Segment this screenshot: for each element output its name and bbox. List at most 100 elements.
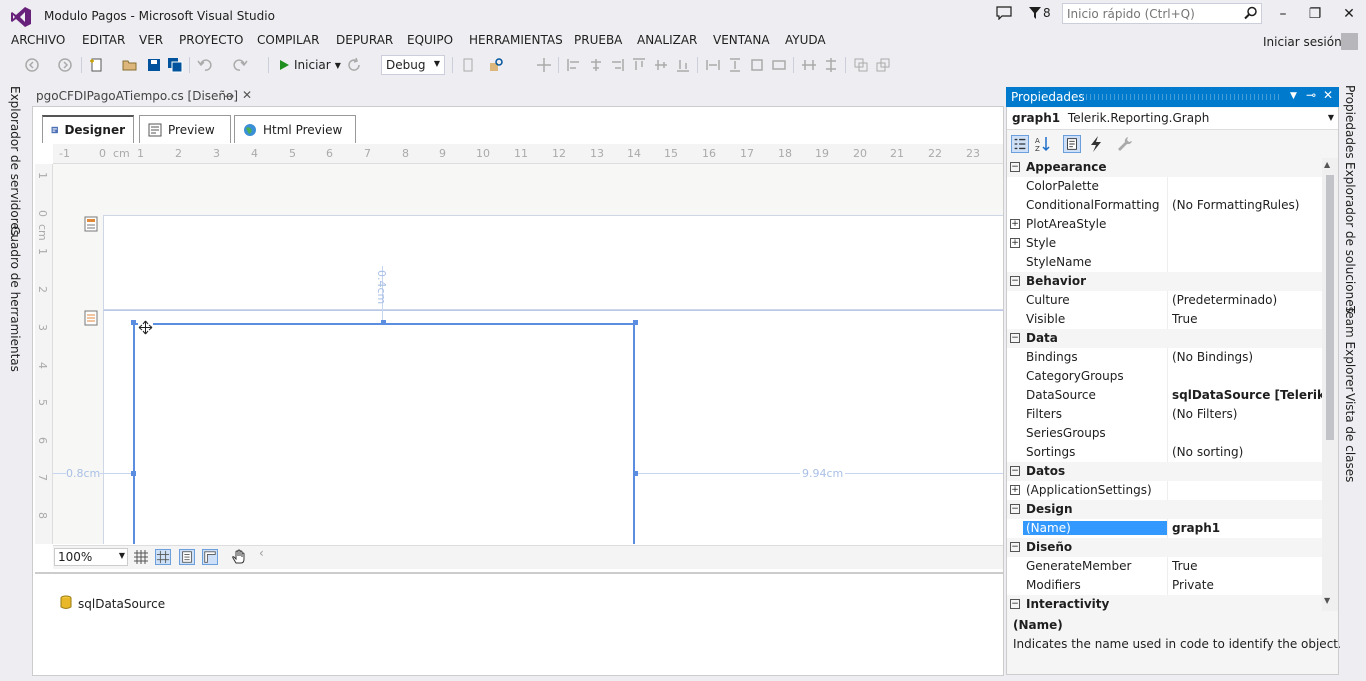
- expand-icon[interactable]: +: [1010, 238, 1020, 248]
- property-value[interactable]: Private: [1172, 578, 1322, 592]
- menu-editar[interactable]: EDITAR: [82, 33, 125, 47]
- show-rulers-icon[interactable]: [202, 549, 218, 565]
- property-value[interactable]: True: [1172, 559, 1322, 573]
- menu-analizar[interactable]: ANALIZAR: [637, 33, 697, 47]
- collapse-icon[interactable]: −: [1010, 162, 1020, 172]
- expand-icon[interactable]: +: [1010, 485, 1020, 495]
- property-row[interactable]: CategoryGroups: [1007, 367, 1322, 386]
- filter-icon[interactable]: [1029, 7, 1041, 19]
- menu-equipo[interactable]: EQUIPO: [407, 33, 453, 47]
- property-row[interactable]: StyleName: [1007, 253, 1322, 272]
- move-handle-icon[interactable]: [138, 320, 153, 335]
- make-same-size-icon[interactable]: [749, 57, 765, 73]
- close-panel-icon[interactable]: ✕: [1323, 88, 1333, 102]
- property-value[interactable]: sqlDataSource [Telerik.Rep: [1172, 388, 1322, 402]
- align-tops-icon[interactable]: [631, 57, 647, 73]
- property-row[interactable]: Filters (No Filters): [1007, 405, 1322, 424]
- property-category-row[interactable]: − Design: [1007, 500, 1322, 519]
- menu-prueba[interactable]: PRUEBA: [574, 33, 622, 47]
- menu-herramientas[interactable]: HERRAMIENTAS: [469, 33, 563, 47]
- scroll-down-icon[interactable]: ▼: [1324, 596, 1330, 605]
- minimize-button[interactable]: –: [1268, 4, 1298, 24]
- property-pages-wrench-icon[interactable]: [1116, 135, 1134, 153]
- refresh-icon[interactable]: [346, 57, 362, 73]
- resize-handle[interactable]: [633, 471, 638, 476]
- server-explorer-tab[interactable]: Explorador de servidores: [8, 86, 22, 236]
- bring-to-front-icon[interactable]: [853, 57, 869, 73]
- panel-menu-icon[interactable]: ▼: [1290, 91, 1297, 101]
- collapse-icon[interactable]: −: [1010, 599, 1020, 609]
- close-window-button[interactable]: ✕: [1334, 4, 1364, 24]
- property-row[interactable]: + Style: [1007, 234, 1322, 253]
- solution-explorer-tab[interactable]: Explorador de soluciones: [1343, 162, 1357, 313]
- collapse-icon[interactable]: −: [1010, 504, 1020, 514]
- events-lightning-icon[interactable]: [1087, 135, 1105, 153]
- page-header-section[interactable]: [103, 215, 1003, 310]
- collapse-icon[interactable]: −: [1010, 542, 1020, 552]
- property-category-row[interactable]: − Behavior: [1007, 272, 1322, 291]
- tab-preview[interactable]: Preview: [139, 115, 231, 143]
- property-row[interactable]: SeriesGroups: [1007, 424, 1322, 443]
- property-row[interactable]: Visible True: [1007, 310, 1322, 329]
- horizontal-spacing-icon[interactable]: [801, 57, 817, 73]
- menu-proyecto[interactable]: PROYECTO: [179, 33, 243, 47]
- pin-icon[interactable]: ⊸: [1306, 88, 1316, 102]
- page-header-section-icon[interactable]: [84, 216, 98, 232]
- sqldatasource-component[interactable]: sqlDataSource: [78, 597, 165, 611]
- menu-ventana[interactable]: VENTANA: [713, 33, 770, 47]
- property-category-row[interactable]: − Appearance: [1007, 158, 1322, 177]
- menu-depurar[interactable]: DEPURAR: [336, 33, 393, 47]
- user-avatar-icon[interactable]: [1341, 33, 1358, 50]
- redo-icon[interactable]: [232, 57, 248, 73]
- search-icon[interactable]: [1244, 6, 1258, 20]
- notification-icon[interactable]: [996, 6, 1012, 20]
- zoom-select[interactable]: 100% ▼: [54, 548, 128, 566]
- resize-handle[interactable]: [131, 471, 136, 476]
- team-explorer-tab[interactable]: Team Explorer: [1343, 306, 1357, 392]
- save-all-icon[interactable]: [167, 57, 183, 73]
- property-value[interactable]: (No sorting): [1172, 445, 1322, 459]
- scroll-left-icon[interactable]: ‹: [259, 546, 264, 560]
- tab-html-preview[interactable]: Html Preview: [234, 115, 356, 143]
- navigate-back-icon[interactable]: [24, 57, 40, 73]
- solution-configuration-select[interactable]: Debug ▼: [381, 55, 445, 75]
- align-centers-icon[interactable]: [588, 57, 604, 73]
- tab-designer[interactable]: Designer: [42, 115, 134, 143]
- find-in-files-icon[interactable]: [489, 57, 505, 73]
- scrollbar-thumb[interactable]: [1326, 175, 1334, 440]
- property-category-row[interactable]: − Interactivity: [1007, 595, 1322, 611]
- property-row[interactable]: Modifiers Private: [1007, 576, 1322, 595]
- start-debugging-button[interactable]: Iniciar ▼: [274, 55, 345, 75]
- property-row[interactable]: Culture (Predeterminado): [1007, 291, 1322, 310]
- collapse-icon[interactable]: −: [1010, 333, 1020, 343]
- align-rights-icon[interactable]: [609, 57, 625, 73]
- vertical-spacing-icon[interactable]: [823, 57, 839, 73]
- properties-view-icon[interactable]: [1063, 135, 1081, 153]
- open-file-icon[interactable]: [122, 57, 138, 73]
- make-same-width-icon[interactable]: [705, 57, 721, 73]
- align-bottoms-icon[interactable]: [675, 57, 691, 73]
- menu-compilar[interactable]: COMPILAR: [257, 33, 319, 47]
- pin-icon[interactable]: ⊸: [224, 89, 234, 103]
- menu-archivo[interactable]: ARCHIVO: [11, 33, 65, 47]
- resize-handle[interactable]: [381, 320, 386, 325]
- attach-icon[interactable]: [460, 57, 476, 73]
- property-row[interactable]: + PlotAreaStyle: [1007, 215, 1322, 234]
- resize-handle[interactable]: [131, 320, 136, 325]
- close-icon[interactable]: ✕: [242, 88, 252, 102]
- undo-icon[interactable]: [197, 57, 213, 73]
- property-value[interactable]: (Predeterminado): [1172, 293, 1322, 307]
- class-view-tab[interactable]: Vista de clases: [1343, 393, 1357, 482]
- align-lefts-icon[interactable]: [566, 57, 582, 73]
- navigate-forward-icon[interactable]: [57, 57, 73, 73]
- signin-link[interactable]: Iniciar sesión: [1263, 35, 1342, 49]
- hand-pan-icon[interactable]: [231, 549, 247, 565]
- property-row[interactable]: Sortings (No sorting): [1007, 443, 1322, 462]
- new-project-icon[interactable]: [89, 57, 105, 73]
- align-to-grid-icon[interactable]: [536, 57, 552, 73]
- property-category-row[interactable]: − Datos: [1007, 462, 1322, 481]
- show-dimensions-icon[interactable]: [179, 549, 195, 565]
- collapse-icon[interactable]: −: [1010, 276, 1020, 286]
- property-value[interactable]: (No Bindings): [1172, 350, 1322, 364]
- toolbox-tab[interactable]: Cuadro de herramientas: [8, 226, 22, 372]
